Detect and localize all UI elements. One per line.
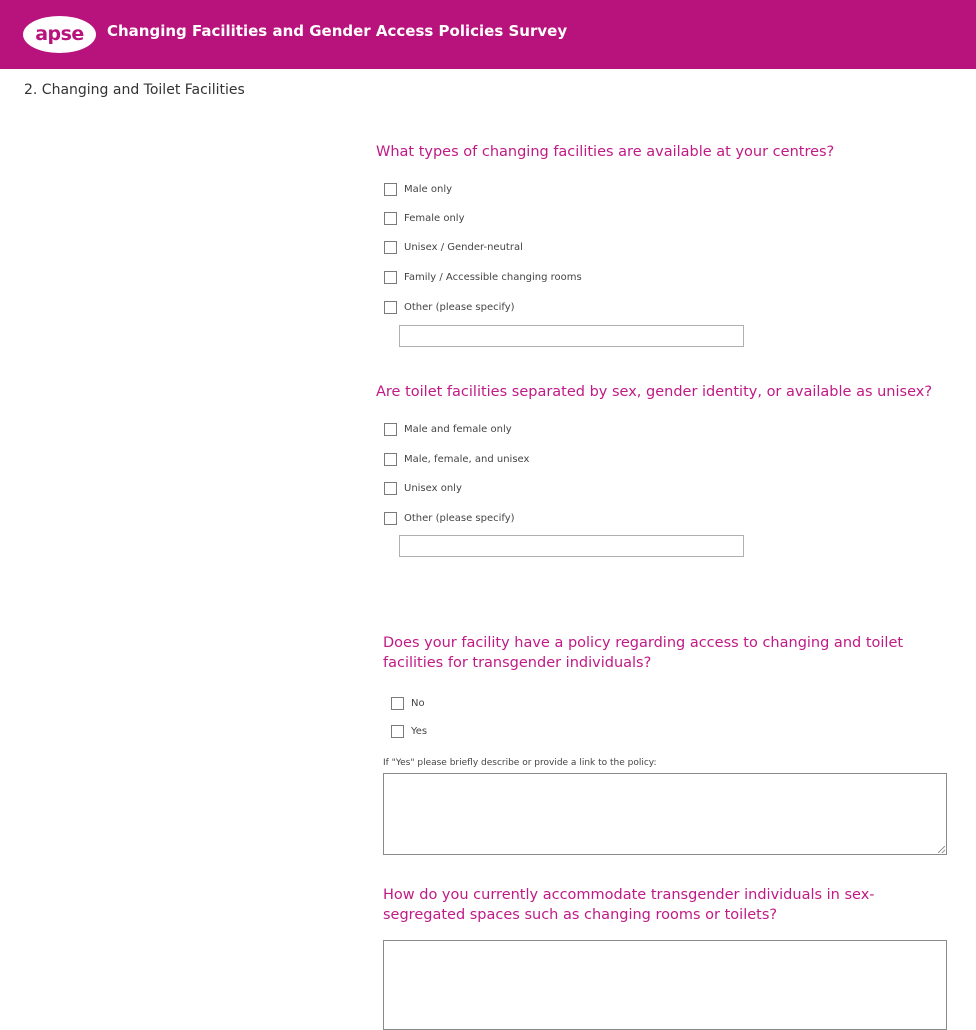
apse-logo: apse bbox=[23, 16, 96, 53]
q2-option-label: Male, female, and unisex bbox=[404, 454, 530, 465]
q2-option-unisex-only[interactable]: Unisex only bbox=[384, 482, 462, 495]
question-2-title: Are toilet facilities separated by sex, … bbox=[376, 384, 933, 400]
q1-checkbox-family-accessible[interactable] bbox=[384, 271, 397, 284]
q1-option-other[interactable]: Other (please specify) bbox=[384, 301, 515, 314]
question-3-line-2: facilities for transgender individuals? bbox=[383, 655, 652, 671]
q3-checkbox-no[interactable] bbox=[391, 697, 404, 710]
q1-other-input[interactable] bbox=[399, 325, 744, 347]
q1-checkbox-unisex[interactable] bbox=[384, 241, 397, 254]
q1-option-label: Male only bbox=[404, 184, 453, 195]
q3-option-no[interactable]: No bbox=[391, 697, 425, 710]
q1-option-family-accessible[interactable]: Family / Accessible changing rooms bbox=[384, 271, 582, 284]
q3-policy-textarea[interactable] bbox=[383, 773, 947, 855]
q1-checkbox-female-only[interactable] bbox=[384, 212, 397, 225]
survey-title: Changing Facilities and Gender Access Po… bbox=[107, 22, 568, 40]
question-3-line-1: Does your facility have a policy regardi… bbox=[383, 635, 904, 651]
q1-option-male-only[interactable]: Male only bbox=[384, 183, 452, 196]
q1-option-female-only[interactable]: Female only bbox=[384, 212, 465, 225]
survey-header: apse Changing Facilities and Gender Acce… bbox=[0, 0, 976, 69]
q2-checkbox-other[interactable] bbox=[384, 512, 397, 525]
q2-option-male-female[interactable]: Male and female only bbox=[384, 423, 512, 436]
q1-option-label: Other (please specify) bbox=[404, 302, 515, 313]
q2-checkbox-male-female-unisex[interactable] bbox=[384, 453, 397, 466]
q2-option-label: Other (please specify) bbox=[404, 513, 515, 524]
question-4-line-2: segregated spaces such as changing rooms… bbox=[383, 907, 778, 923]
q4-answer-textarea[interactable] bbox=[383, 940, 947, 1030]
q1-checkbox-other[interactable] bbox=[384, 301, 397, 314]
q1-checkbox-male-only[interactable] bbox=[384, 183, 397, 196]
q2-checkbox-unisex-only[interactable] bbox=[384, 482, 397, 495]
q2-checkbox-male-female[interactable] bbox=[384, 423, 397, 436]
resize-handle-icon[interactable] bbox=[938, 846, 945, 853]
q3-checkbox-yes[interactable] bbox=[391, 725, 404, 738]
q2-other-input[interactable] bbox=[399, 535, 744, 557]
logo-text: apse bbox=[35, 22, 84, 45]
q3-option-yes[interactable]: Yes bbox=[391, 725, 427, 738]
q2-option-label: Unisex only bbox=[404, 483, 462, 494]
q2-option-other[interactable]: Other (please specify) bbox=[384, 512, 515, 525]
q3-followup-label: If "Yes" please briefly describe or prov… bbox=[383, 758, 657, 768]
q1-option-label: Unisex / Gender-neutral bbox=[404, 242, 523, 253]
q2-option-male-female-unisex[interactable]: Male, female, and unisex bbox=[384, 453, 529, 466]
q1-option-label: Female only bbox=[404, 213, 465, 224]
q1-option-label: Family / Accessible changing rooms bbox=[404, 272, 582, 283]
q1-option-unisex[interactable]: Unisex / Gender-neutral bbox=[384, 241, 523, 254]
question-4-line-1: How do you currently accommodate transge… bbox=[383, 887, 875, 903]
q3-option-label: Yes bbox=[411, 726, 428, 737]
question-4-title: How do you currently accommodate transge… bbox=[383, 885, 875, 925]
question-3-title: Does your facility have a policy regardi… bbox=[383, 633, 903, 673]
q2-option-label: Male and female only bbox=[404, 424, 512, 435]
question-1-title: What types of changing facilities are av… bbox=[376, 144, 835, 160]
q3-option-label: No bbox=[411, 698, 425, 709]
page-title: 2. Changing and Toilet Facilities bbox=[24, 82, 245, 98]
